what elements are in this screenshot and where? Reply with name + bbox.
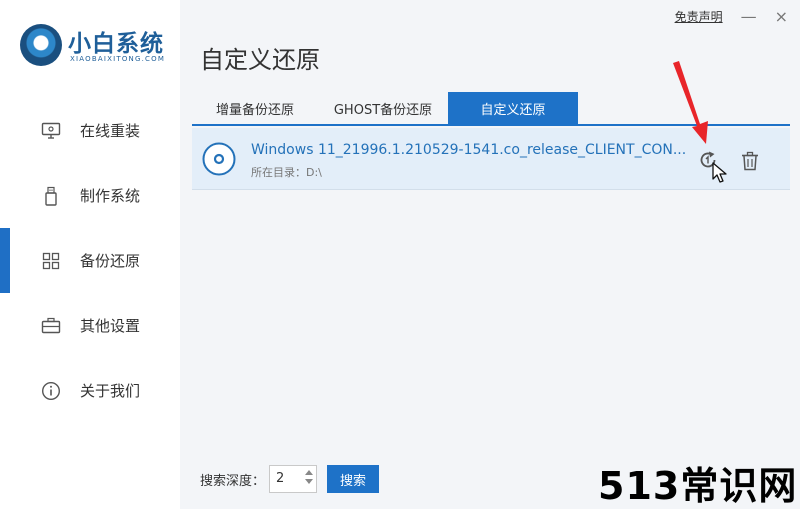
sidebar-item-make-system[interactable]: 制作系统 bbox=[0, 163, 180, 228]
sidebar-nav: 在线重装 制作系统 备份还原 其他设置 关于我们 bbox=[0, 98, 180, 423]
logo-badge-icon bbox=[20, 24, 62, 66]
sidebar-item-backup-restore[interactable]: 备份还原 bbox=[0, 228, 180, 293]
search-bar: 搜索深度： 2 搜索 bbox=[200, 465, 380, 493]
watermark-text: 513常识网 bbox=[598, 464, 798, 508]
stepper-up-icon[interactable] bbox=[305, 470, 314, 475]
sidebar-item-online-reinstall[interactable]: 在线重装 bbox=[0, 98, 180, 163]
info-icon bbox=[40, 380, 62, 402]
disc-icon bbox=[202, 142, 236, 176]
sidebar-item-other-settings[interactable]: 其他设置 bbox=[0, 293, 180, 358]
grid-icon bbox=[40, 250, 62, 272]
app-logo: 小白系统 XIAOBAIXITONG.COM bbox=[20, 22, 190, 72]
sidebar-item-label: 其他设置 bbox=[80, 317, 141, 335]
usb-icon bbox=[40, 185, 62, 207]
sidebar-item-label: 制作系统 bbox=[80, 187, 141, 205]
window-controls: 免责声明 — × bbox=[675, 8, 788, 25]
trash-icon bbox=[742, 151, 758, 171]
tab-custom-restore[interactable]: 自定义还原 bbox=[448, 92, 578, 124]
stepper-down-icon[interactable] bbox=[305, 479, 314, 484]
tab-incremental-backup[interactable]: 增量备份还原 bbox=[192, 92, 318, 124]
logo-title: 小白系统 bbox=[68, 31, 164, 57]
delete-button[interactable] bbox=[740, 151, 760, 171]
sidebar: 小白系统 XIAOBAIXITONG.COM 在线重装 制作系统 备份还原 其他… bbox=[0, 0, 180, 509]
minimize-button[interactable]: — bbox=[741, 8, 757, 25]
backup-file-name: Windows 11_21996.1.210529-1541.co_releas… bbox=[251, 142, 687, 158]
tab-ghost-backup[interactable]: GHOST备份还原 bbox=[318, 92, 448, 124]
close-button[interactable]: × bbox=[775, 8, 788, 25]
sidebar-item-label: 备份还原 bbox=[80, 252, 141, 270]
main-panel: 免责声明 — × 自定义还原 增量备份还原 GHOST备份还原 自定义还原 Wi… bbox=[180, 0, 800, 509]
search-depth-stepper[interactable]: 2 bbox=[269, 465, 318, 493]
search-button[interactable]: 搜索 bbox=[327, 465, 380, 493]
disclaimer-link[interactable]: 免责声明 bbox=[675, 8, 723, 25]
logo-subtitle: XIAOBAIXITONG.COM bbox=[70, 55, 166, 63]
briefcase-icon bbox=[40, 315, 62, 337]
stepper-arrows bbox=[305, 470, 314, 484]
sidebar-item-label: 关于我们 bbox=[80, 382, 141, 400]
sidebar-item-about-us[interactable]: 关于我们 bbox=[0, 358, 180, 423]
annotation-arrow-icon bbox=[670, 60, 720, 150]
sidebar-item-label: 在线重装 bbox=[80, 122, 141, 140]
monitor-icon bbox=[40, 120, 62, 142]
page-title: 自定义还原 bbox=[200, 46, 320, 74]
backup-file-directory: 所在目录：D:\ bbox=[251, 166, 322, 179]
mouse-cursor-icon bbox=[712, 162, 728, 184]
search-depth-value: 2 bbox=[276, 471, 285, 486]
search-depth-label: 搜索深度： bbox=[200, 473, 266, 489]
